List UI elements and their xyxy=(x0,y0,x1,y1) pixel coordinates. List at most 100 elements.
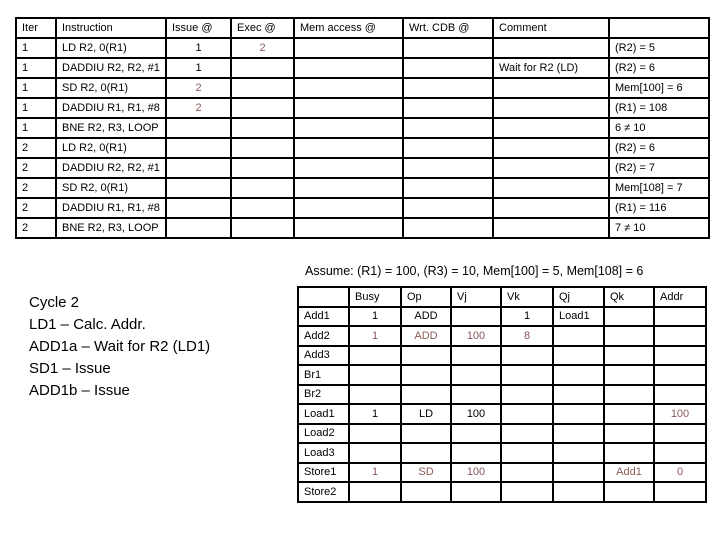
column-header: Vk xyxy=(500,286,554,308)
cell-op xyxy=(400,481,452,503)
table-row: 1 BNE R2, R3, LOOP 6 ≠ 10 xyxy=(15,117,710,139)
table-row: Load2 xyxy=(297,422,707,444)
column-header: Vj xyxy=(450,286,502,308)
cell-exec xyxy=(230,137,295,159)
cell-comment xyxy=(492,77,610,99)
cell-addr xyxy=(653,325,707,347)
cell-instruction: LD R2, 0(R1) xyxy=(55,137,167,159)
cell-result: 6 ≠ 10 xyxy=(608,117,710,139)
cell-wrt xyxy=(402,97,494,119)
cell-addr xyxy=(653,383,707,405)
cell-exec xyxy=(230,157,295,179)
column-header xyxy=(608,17,710,39)
cell-name: Add3 xyxy=(297,344,350,366)
table-row: Add3 xyxy=(297,344,707,366)
table-row: Store2 xyxy=(297,481,707,503)
cell-busy xyxy=(348,481,402,503)
cell-op: SD xyxy=(400,461,452,483)
column-header: Op xyxy=(400,286,452,308)
cell-exec xyxy=(230,97,295,119)
cell-qk: Add1 xyxy=(603,461,655,483)
cell-result: (R2) = 5 xyxy=(608,37,710,59)
cell-comment xyxy=(492,177,610,199)
table-row: 1 LD R2, 0(R1) 1 2 (R2) = 5 xyxy=(15,37,710,59)
cell-qk xyxy=(603,422,655,444)
cell-qk xyxy=(603,305,655,327)
column-header: Comment xyxy=(492,17,610,39)
cell-instruction: SD R2, 0(R1) xyxy=(55,77,167,99)
cell-vk xyxy=(500,461,554,483)
cell-exec xyxy=(230,197,295,219)
note-line: Cycle 2 xyxy=(29,294,80,311)
table-row: Store1 1 SD 100 Add1 0 xyxy=(297,461,707,483)
cell-vk: 8 xyxy=(500,325,554,347)
note-line: LD1 – Calc. Addr. xyxy=(29,316,146,333)
cell-busy: 1 xyxy=(348,461,402,483)
cell-iter: 1 xyxy=(15,117,57,139)
cell-op xyxy=(400,442,452,464)
column-header: Qk xyxy=(603,286,655,308)
cell-iter: 2 xyxy=(15,217,57,239)
cell-mem xyxy=(293,197,404,219)
cell-wrt xyxy=(402,197,494,219)
cell-op xyxy=(400,422,452,444)
cell-vj xyxy=(450,442,502,464)
cell-qj xyxy=(552,481,605,503)
cell-qk xyxy=(603,403,655,425)
reservation-station-table: Busy Op Vj Vk Qj Qk Addr Add1 1 ADD 1 Load1 Add2 1 ADD… xyxy=(297,286,707,503)
cell-name: Br2 xyxy=(297,383,350,405)
note-line: ADD1b – Issue xyxy=(29,382,130,399)
cell-qj xyxy=(552,403,605,425)
cell-comment xyxy=(492,117,610,139)
cell-op xyxy=(400,383,452,405)
table-row: 2 DADDIU R2, R2, #1 (R2) = 7 xyxy=(15,157,710,179)
cell-wrt xyxy=(402,217,494,239)
table-row: Br2 xyxy=(297,383,707,405)
cell-exec xyxy=(230,117,295,139)
cell-addr xyxy=(653,364,707,386)
cell-issue: 2 xyxy=(165,97,232,119)
cell-addr xyxy=(653,422,707,444)
cell-result: Mem[100] = 6 xyxy=(608,77,710,99)
cell-qj xyxy=(552,344,605,366)
table-row: Br1 xyxy=(297,364,707,386)
cell-comment xyxy=(492,197,610,219)
cell-vj xyxy=(450,305,502,327)
cell-mem xyxy=(293,157,404,179)
cell-instruction: DADDIU R2, R2, #1 xyxy=(55,157,167,179)
cell-result: Mem[108] = 7 xyxy=(608,177,710,199)
cell-addr xyxy=(653,481,707,503)
cell-busy xyxy=(348,442,402,464)
cell-issue: 1 xyxy=(165,37,232,59)
cell-vk xyxy=(500,383,554,405)
cell-wrt xyxy=(402,177,494,199)
cell-comment xyxy=(492,97,610,119)
table-row: Add1 1 ADD 1 Load1 xyxy=(297,305,707,327)
column-header: Issue @ xyxy=(165,17,232,39)
cell-instruction: LD R2, 0(R1) xyxy=(55,37,167,59)
cell-qk xyxy=(603,325,655,347)
cell-mem xyxy=(293,117,404,139)
cell-instruction: SD R2, 0(R1) xyxy=(55,177,167,199)
cell-name: Br1 xyxy=(297,364,350,386)
cell-instruction: DADDIU R2, R2, #1 xyxy=(55,57,167,79)
cell-comment xyxy=(492,37,610,59)
table-row: Load3 xyxy=(297,442,707,464)
cell-name: Load2 xyxy=(297,422,350,444)
cell-comment xyxy=(492,217,610,239)
cell-wrt xyxy=(402,137,494,159)
cell-busy: 1 xyxy=(348,305,402,327)
cell-iter: 2 xyxy=(15,197,57,219)
cell-busy: 1 xyxy=(348,325,402,347)
cell-qk xyxy=(603,344,655,366)
cell-name: Load3 xyxy=(297,442,350,464)
cell-instruction: DADDIU R1, R1, #8 xyxy=(55,197,167,219)
cell-busy xyxy=(348,344,402,366)
cell-qk xyxy=(603,364,655,386)
cell-iter: 1 xyxy=(15,57,57,79)
cell-addr xyxy=(653,305,707,327)
instruction-header-row: Iter Instruction Issue @ Exec @ Mem access @… xyxy=(15,17,710,39)
cell-exec xyxy=(230,177,295,199)
column-header: Exec @ xyxy=(230,17,295,39)
cell-vk: 1 xyxy=(500,305,554,327)
